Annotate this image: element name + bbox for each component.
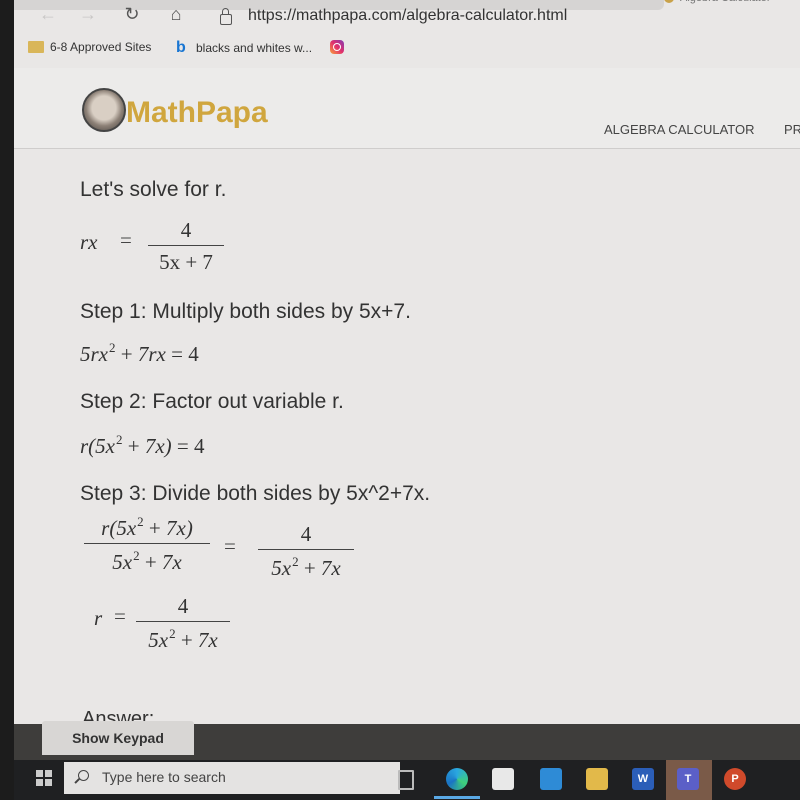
- bookmark-approved-sites[interactable]: 6-8 Approved Sites: [28, 40, 151, 54]
- term: 5x: [148, 628, 169, 652]
- term: 4: [188, 342, 199, 366]
- site-header: MathPapa ALGEBRA CALCULATOR PR: [14, 68, 800, 149]
- bookmark-label: blacks and whites w...: [196, 41, 313, 55]
- exponent: 2: [109, 340, 116, 355]
- back-icon[interactable]: ←: [36, 2, 60, 26]
- fraction-numerator: 4: [180, 218, 192, 242]
- equals-sign: =: [224, 534, 236, 558]
- teams-icon[interactable]: T: [677, 768, 699, 790]
- term: 7x): [144, 434, 172, 458]
- solution-content: Let's solve for r. rx = 4 5x + 7 Step 1:…: [14, 150, 800, 740]
- store-icon[interactable]: [492, 768, 514, 790]
- term: 5x: [271, 556, 292, 580]
- step3-left-fraction: r(5x2 + 7x) 5x2 + 7x: [84, 514, 210, 575]
- step2-text: Step 2: Factor out variable r.: [80, 390, 344, 413]
- windows-start-icon[interactable]: [36, 770, 52, 786]
- search-placeholder: Type here to search: [102, 769, 226, 785]
- taskbar-search[interactable]: Type here to search: [64, 762, 400, 794]
- powerpoint-icon[interactable]: P: [724, 768, 746, 790]
- bookmark-blacks-and-whites[interactable]: b blacks and whites w...: [176, 40, 312, 56]
- step1-text: Step 1: Multiply both sides by 5x+7.: [80, 300, 411, 323]
- fraction-numerator: r(5x2 + 7x): [101, 514, 193, 540]
- result-lhs: r: [94, 606, 103, 630]
- search-icon: [78, 770, 89, 781]
- exponent: 2: [292, 554, 299, 569]
- fraction-bar: [84, 543, 210, 544]
- exponent: 2: [137, 514, 144, 529]
- home-icon[interactable]: ⌂: [164, 2, 188, 26]
- address-bar[interactable]: https://mathpapa.com/algebra-calculator.…: [214, 4, 774, 30]
- exponent: 2: [116, 432, 123, 447]
- step1-equation: 5rx2 + 7rx = 4: [80, 340, 199, 366]
- given-lhs: rx: [80, 230, 98, 254]
- term: 7x): [166, 516, 193, 540]
- equals-sign: =: [114, 604, 126, 628]
- term: 5rx: [80, 342, 108, 366]
- forward-icon[interactable]: →: [76, 2, 100, 26]
- word-icon[interactable]: W: [632, 768, 654, 790]
- task-view-icon[interactable]: [398, 770, 414, 790]
- show-keypad-button[interactable]: Show Keypad: [42, 721, 194, 755]
- term: r(5x: [80, 434, 115, 458]
- fraction-numerator: 4: [300, 522, 312, 546]
- lock-icon: [220, 8, 232, 25]
- term: r(5x: [101, 516, 137, 540]
- bookmark-label: 6-8 Approved Sites: [50, 40, 152, 54]
- term: 7x: [161, 550, 182, 574]
- equals-sign: =: [120, 228, 132, 252]
- active-app-indicator: [434, 796, 480, 799]
- edge-icon[interactable]: [446, 768, 468, 790]
- term: 7x: [320, 556, 341, 580]
- intro-text: Let's solve for r.: [80, 178, 227, 201]
- fraction-denominator: 5x2 + 7x: [148, 626, 218, 652]
- term: 5x: [112, 550, 133, 574]
- exponent: 2: [133, 548, 140, 563]
- fraction-bar: [148, 245, 224, 246]
- term: 7rx: [137, 342, 166, 366]
- fraction-denominator: 5x2 + 7x: [112, 548, 182, 574]
- term: 7x: [197, 628, 218, 652]
- mathpapa-logo-icon[interactable]: [82, 88, 126, 132]
- fraction-bar: [136, 621, 230, 622]
- mail-icon[interactable]: [540, 768, 562, 790]
- bookmarks-bar: 6-8 Approved Sites b blacks and whites w…: [14, 34, 800, 62]
- fraction-denominator: 5x2 + 7x: [271, 554, 341, 580]
- fraction-bar: [258, 549, 354, 550]
- result-fraction: 4 5x2 + 7x: [136, 594, 230, 653]
- browser-toolbar: ← → ↻ ⌂ https://mathpapa.com/algebra-cal…: [14, 0, 800, 34]
- nav-algebra-calculator[interactable]: ALGEBRA CALCULATOR: [604, 122, 755, 137]
- site-logo[interactable]: MathPapa: [126, 96, 268, 130]
- bookmark-instagram[interactable]: [330, 40, 344, 54]
- den-term: 7: [202, 250, 213, 274]
- fraction-numerator: 4: [177, 594, 189, 618]
- instagram-icon: [330, 40, 344, 54]
- folder-icon: [28, 41, 44, 53]
- windows-taskbar: Type here to search W T P: [14, 760, 800, 800]
- fraction-denominator: 5x + 7: [159, 250, 213, 274]
- refresh-icon[interactable]: ↻: [120, 2, 144, 26]
- step3-right-fraction: 4 5x2 + 7x: [258, 522, 354, 581]
- url-text[interactable]: https://mathpapa.com/algebra-calculator.…: [248, 7, 567, 25]
- den-term: 5x: [159, 250, 181, 274]
- step3-text: Step 3: Divide both sides by 5x^2+7x.: [80, 482, 431, 505]
- given-fraction: 4 5x + 7: [148, 218, 224, 275]
- exponent: 2: [169, 626, 176, 641]
- screen: Algebra Calculator ← → ↻ ⌂ https://mathp…: [14, 0, 800, 800]
- step2-equation: r(5x2 + 7x) = 4: [80, 432, 205, 458]
- nav-practice[interactable]: PR: [784, 122, 800, 137]
- bing-icon: b: [176, 39, 186, 56]
- file-explorer-icon[interactable]: [586, 768, 608, 790]
- term: 4: [194, 434, 205, 458]
